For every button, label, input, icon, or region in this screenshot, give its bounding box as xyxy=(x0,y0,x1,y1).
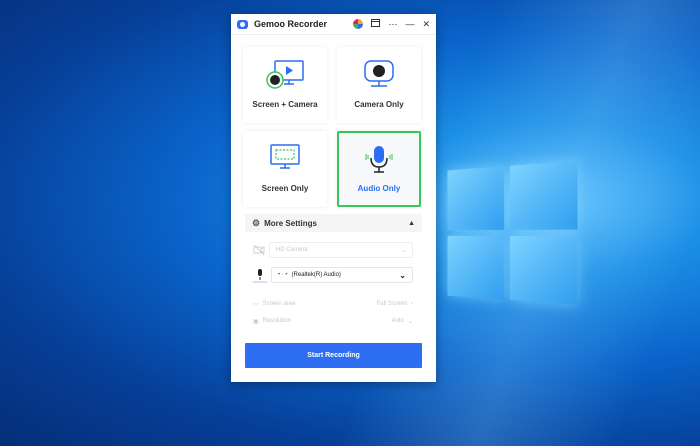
chevron-down-icon: ⌄ xyxy=(399,270,406,280)
chevron-right-icon: › xyxy=(411,301,413,307)
resolution-label: Resolution xyxy=(262,318,292,324)
mode-label: Screen + Camera xyxy=(252,100,318,109)
start-recording-button[interactable]: Start Recording xyxy=(245,343,422,368)
resolution-value: Auto xyxy=(391,318,404,324)
more-settings-toggle[interactable]: ⚙ More Settings ▲ xyxy=(245,214,422,232)
microphone-value: (Realtek(R) Audio) xyxy=(291,272,341,278)
camera-value: HD Camera xyxy=(276,247,308,253)
microphone-small-icon xyxy=(253,267,267,283)
windows-logo xyxy=(447,160,578,307)
microphone-prefix: • · • xyxy=(278,272,288,278)
mode-grid: Screen + Camera Camera Only Screen Only … xyxy=(243,47,423,207)
chevron-up-icon: ▲ xyxy=(408,219,415,227)
mode-screen-only[interactable]: Screen Only xyxy=(243,131,327,207)
window-title: Gemoo Recorder xyxy=(254,19,328,29)
chevron-down-icon: ⌄ xyxy=(407,318,413,325)
chevron-down-icon: ⌄ xyxy=(400,247,406,254)
microphone-icon xyxy=(339,145,419,177)
microphone-select[interactable]: • · • (Realtek(R) Audio) ⌄ xyxy=(271,267,413,283)
mode-audio-only[interactable]: Audio Only xyxy=(337,131,421,207)
screen-icon xyxy=(243,143,327,175)
screen-area-row[interactable]: ▭ Screen area Full Screen › xyxy=(253,296,413,312)
resolution-icon: ▣ xyxy=(253,318,259,325)
title-bar: Gemoo Recorder ⋯ — ✕ xyxy=(231,14,436,35)
gear-icon: ⚙ xyxy=(252,217,261,228)
resolution-row[interactable]: ▣ Resolution Auto ⌄ xyxy=(253,313,413,329)
library-icon[interactable] xyxy=(371,19,381,29)
mode-label: Audio Only xyxy=(357,184,401,193)
mode-label: Screen Only xyxy=(261,184,309,193)
microphone-row: • · • (Realtek(R) Audio) ⌄ xyxy=(253,267,413,283)
screen-camera-icon xyxy=(243,59,327,91)
app-window: Gemoo Recorder ⋯ — ✕ Screen + Camera Cam… xyxy=(231,14,436,382)
mode-camera-only[interactable]: Camera Only xyxy=(337,47,421,123)
screen-area-value: Full Screen xyxy=(376,301,407,307)
screen-area-label: Screen area xyxy=(262,301,296,307)
avatar[interactable] xyxy=(353,19,364,29)
mode-screen-camera[interactable]: Screen + Camera xyxy=(243,47,327,123)
more-icon[interactable]: ⋯ xyxy=(388,19,397,29)
close-button[interactable]: ✕ xyxy=(422,19,430,29)
minimize-button[interactable]: — xyxy=(405,19,414,29)
camera-off-icon xyxy=(253,244,265,256)
screen-area-icon: ▭ xyxy=(253,301,259,308)
camera-row: HD Camera ⌄ xyxy=(253,242,413,258)
camera-select[interactable]: HD Camera ⌄ xyxy=(269,242,413,258)
more-settings-label: More Settings xyxy=(264,218,317,228)
camera-icon xyxy=(337,59,421,91)
app-logo-icon xyxy=(237,19,248,29)
mode-label: Camera Only xyxy=(354,100,404,109)
